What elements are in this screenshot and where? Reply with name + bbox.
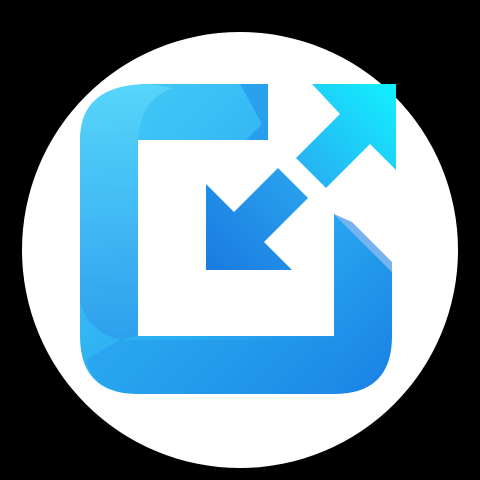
- app-icon-canvas: [0, 0, 480, 480]
- resize-expand-icon[interactable]: [0, 0, 480, 480]
